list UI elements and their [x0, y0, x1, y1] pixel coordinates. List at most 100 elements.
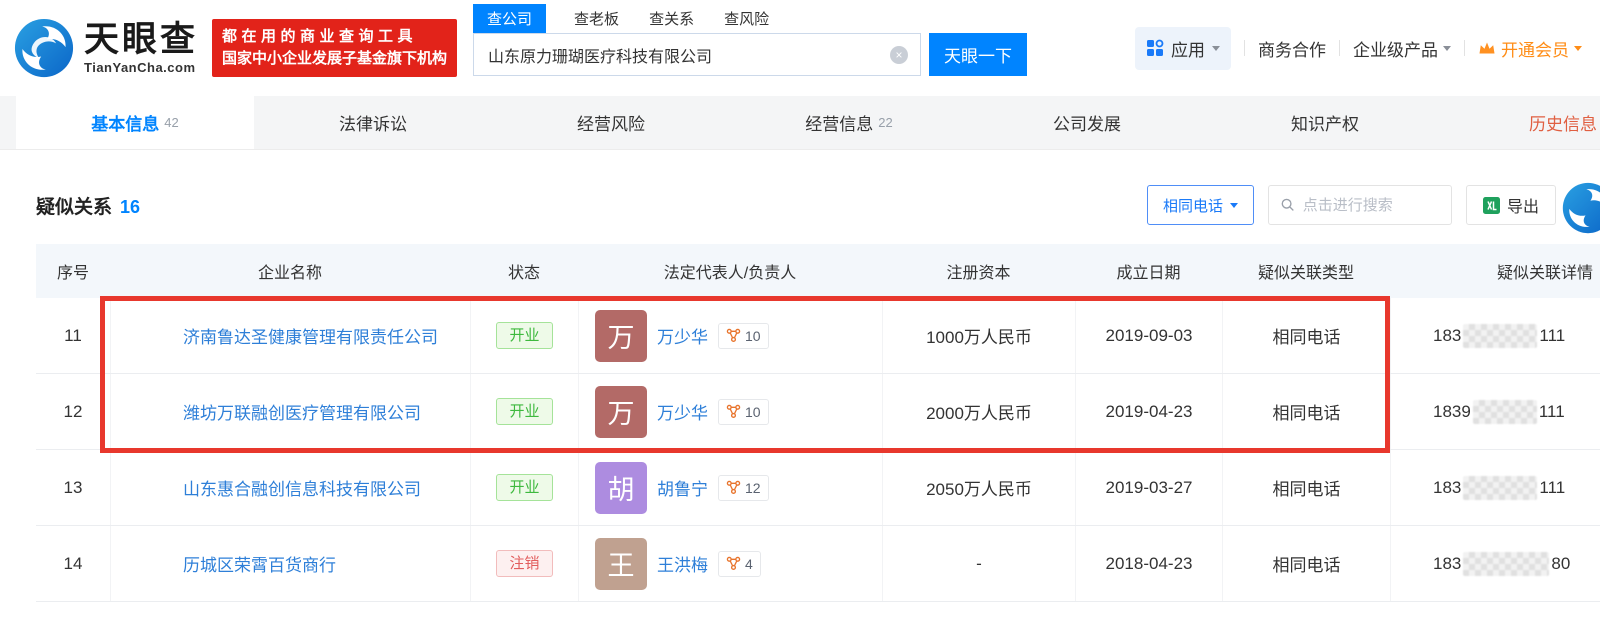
- tab-business-info[interactable]: 经营信息 22: [730, 96, 968, 149]
- apps-grid-icon: [1146, 39, 1164, 57]
- logo-title: 天眼查: [84, 22, 198, 57]
- tianyancha-logo[interactable]: 天眼查 TianYanCha.com: [14, 18, 198, 78]
- search-button[interactable]: 天眼一下: [929, 33, 1027, 76]
- relation-graph-badge[interactable]: 12: [718, 475, 769, 501]
- table-header-row: 序号 企业名称 状态 法定代表人/负责人 注册资本 成立日期 疑似关联类型 疑似…: [36, 244, 1600, 298]
- tab-label: 历史信息: [1529, 110, 1597, 135]
- tab-company-development[interactable]: 公司发展: [968, 96, 1206, 149]
- graph-icon: [726, 480, 741, 495]
- export-button[interactable]: 导出: [1466, 185, 1556, 225]
- capital-cell: 1000万人民币: [882, 298, 1075, 373]
- table-search-input[interactable]: [1303, 197, 1439, 214]
- caret-down-icon: [1212, 46, 1220, 55]
- caret-down-icon: [1230, 203, 1238, 212]
- capital-cell: -: [882, 526, 1075, 601]
- tab-label: 公司发展: [1053, 110, 1121, 135]
- col-header-date: 成立日期: [1075, 259, 1222, 283]
- blurred-phone-mask: [1473, 400, 1537, 424]
- tab-basic-info[interactable]: 基本信息 42: [16, 96, 254, 149]
- relation-detail-cell: 183111: [1390, 450, 1600, 525]
- relations-table: 序号 企业名称 状态 法定代表人/负责人 注册资本 成立日期 疑似关联类型 疑似…: [36, 244, 1564, 602]
- nav-vip-button[interactable]: 开通会员: [1478, 36, 1582, 61]
- nav-enterprise[interactable]: 企业级产品: [1353, 36, 1451, 61]
- avatar: 万: [595, 386, 647, 438]
- col-header-capital: 注册资本: [882, 259, 1075, 283]
- search-row: × 天眼一下: [473, 33, 1027, 76]
- col-header-no: 序号: [36, 259, 110, 283]
- promo-banner: 都在用的商业查询工具 国家中小企业发展子基金旗下机构: [212, 19, 457, 77]
- col-header-legal-rep: 法定代表人/负责人: [578, 259, 882, 283]
- graph-icon: [726, 404, 741, 419]
- relation-detail-cell: 183 111: [1390, 298, 1600, 373]
- avatar: 胡: [595, 462, 647, 514]
- tab-operating-risk[interactable]: 经营风险: [492, 96, 730, 149]
- floating-logo-button[interactable]: [1562, 182, 1600, 234]
- nav-cooperation[interactable]: 商务合作: [1258, 36, 1326, 61]
- col-header-company: 企业名称: [110, 259, 470, 283]
- divider: [1244, 40, 1245, 56]
- tab-legal[interactable]: 法律诉讼: [254, 96, 492, 149]
- relation-filter-dropdown[interactable]: 相同电话: [1147, 185, 1254, 225]
- search-tab-relation[interactable]: 查关系: [647, 4, 696, 33]
- legal-rep-link[interactable]: 万少华: [657, 323, 708, 348]
- blurred-phone-mask: [1463, 552, 1549, 576]
- phone-suffix: 111: [1539, 402, 1565, 422]
- relation-count: 12: [745, 480, 761, 496]
- relation-graph-badge[interactable]: 4: [718, 551, 761, 577]
- relation-graph-badge[interactable]: 10: [718, 399, 769, 425]
- search-tab-risk[interactable]: 查风险: [722, 4, 771, 33]
- company-link[interactable]: 山东惠合融创信息科技有限公司: [183, 475, 421, 500]
- nav-vip-label: 开通会员: [1501, 36, 1569, 61]
- avatar: 万: [595, 310, 647, 362]
- nav-apps-button[interactable]: 应用: [1135, 27, 1231, 70]
- magnifier-icon: [1281, 197, 1295, 213]
- tab-history-info[interactable]: 历史信息: [1444, 96, 1600, 149]
- table-row: 13 山东惠合融创信息科技有限公司 开业 胡 胡鲁宁 12 2050万人民币 2…: [36, 450, 1600, 526]
- relation-type-cell: 相同电话: [1222, 526, 1390, 601]
- search-tab-company[interactable]: 查公司: [473, 4, 546, 33]
- export-label: 导出: [1507, 193, 1539, 217]
- row-number: 13: [36, 450, 110, 525]
- clear-icon[interactable]: ×: [890, 46, 908, 64]
- nav-apps-label: 应用: [1171, 36, 1205, 61]
- search-tab-boss[interactable]: 查老板: [572, 4, 621, 33]
- logo-text: 天眼查 TianYanCha.com: [84, 22, 198, 75]
- capital-cell: 2000万人民币: [882, 374, 1075, 449]
- col-header-status: 状态: [470, 259, 578, 283]
- search-area: 查公司 查老板 查关系 查风险 × 天眼一下: [473, 4, 1027, 76]
- divider: [1464, 40, 1465, 56]
- tab-intellectual-property[interactable]: 知识产权: [1206, 96, 1444, 149]
- relation-graph-badge[interactable]: 10: [718, 323, 769, 349]
- table-search-box[interactable]: [1268, 185, 1452, 225]
- section-title: 疑似关系 16: [36, 192, 140, 219]
- date-cell: 2019-09-03: [1075, 298, 1222, 373]
- phone-suffix: 111: [1539, 326, 1565, 346]
- promo-banner-line1: 都在用的商业查询工具: [222, 26, 447, 48]
- tab-label: 知识产权: [1291, 110, 1359, 135]
- relation-type-cell: 相同电话: [1222, 450, 1390, 525]
- phone-prefix: 183: [1433, 554, 1461, 574]
- company-link[interactable]: 潍坊万联融创医疗管理有限公司: [183, 399, 421, 424]
- phone-suffix: 111: [1539, 478, 1565, 498]
- logo-subtitle: TianYanCha.com: [84, 60, 198, 75]
- caret-down-icon: [1574, 46, 1582, 55]
- status-badge: 注销: [496, 550, 552, 577]
- search-input[interactable]: [488, 46, 882, 64]
- graph-icon: [726, 328, 741, 343]
- company-tabbar: 基本信息 42 法律诉讼 经营风险 经营信息 22 公司发展 知识产权 历史信息: [0, 96, 1600, 150]
- legal-rep-link[interactable]: 王洪梅: [657, 551, 708, 576]
- tianyancha-logo-icon: [14, 18, 74, 78]
- col-header-relation-detail: 疑似关联详情: [1390, 259, 1600, 283]
- blurred-phone-mask: [1463, 324, 1537, 348]
- divider: [1339, 40, 1340, 56]
- tab-label: 基本信息: [91, 110, 159, 135]
- row-number: 11: [36, 298, 110, 373]
- company-link[interactable]: 济南鲁达圣健康管理有限责任公司: [183, 323, 438, 348]
- section-controls: 相同电话 导出: [1147, 185, 1556, 225]
- section-title-text: 疑似关系: [36, 192, 112, 219]
- tab-count: 22: [878, 115, 892, 130]
- phone-prefix: 183: [1433, 326, 1461, 346]
- legal-rep-link[interactable]: 万少华: [657, 399, 708, 424]
- company-link[interactable]: 历城区荣霄百货商行: [183, 551, 336, 576]
- legal-rep-link[interactable]: 胡鲁宁: [657, 475, 708, 500]
